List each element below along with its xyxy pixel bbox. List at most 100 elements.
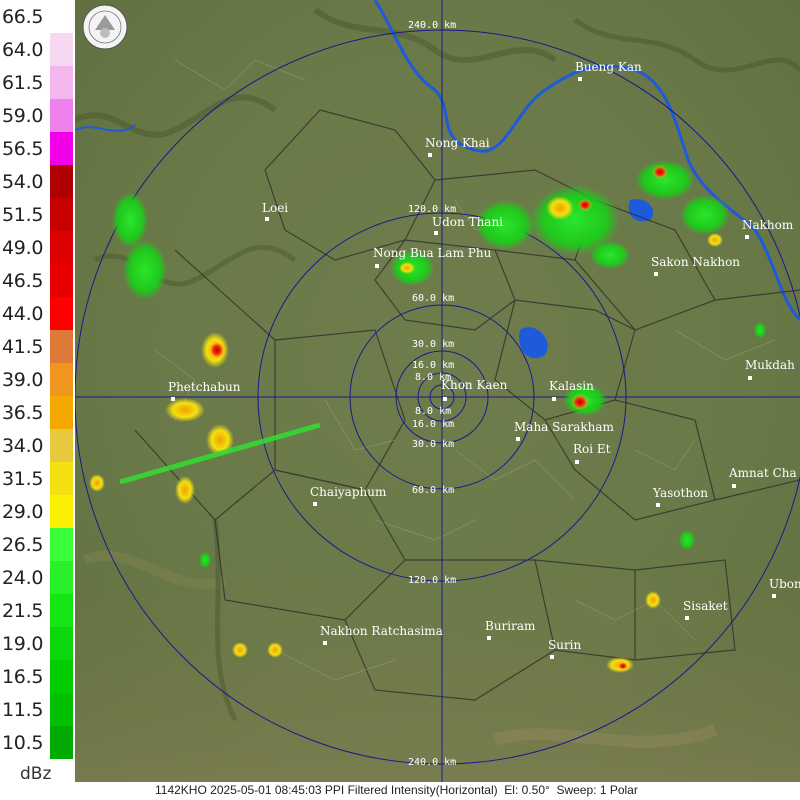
legend-swatch xyxy=(50,0,73,33)
legend-row: 51.5 xyxy=(0,198,75,231)
legend-row: 36.5 xyxy=(0,396,75,429)
legend-swatch xyxy=(50,561,73,594)
legend-label: 54.0 xyxy=(2,171,44,193)
legend-swatch xyxy=(50,231,73,264)
range-label-60-top: 60.0 km xyxy=(412,293,454,304)
legend-label: 10.5 xyxy=(2,732,44,754)
echo-cell xyxy=(399,262,415,274)
svg-text:Yasothon: Yasothon xyxy=(652,486,708,500)
legend-label: 21.5 xyxy=(2,600,44,622)
range-label-30-bottom: 30.0 km xyxy=(412,439,454,450)
svg-text:Maha Sarakham: Maha Sarakham xyxy=(514,420,615,434)
svg-text:Nakhon Ratchasima: Nakhon Ratchasima xyxy=(320,624,443,638)
range-label-60-bottom: 60.0 km xyxy=(412,485,454,496)
legend-row: 10.5 xyxy=(0,726,75,759)
legend-row: 49.0 xyxy=(0,231,75,264)
echo-cell xyxy=(652,165,668,179)
range-label-8-bottom: 8.0 km xyxy=(415,406,451,417)
echo-cell xyxy=(232,642,248,658)
echo-cell xyxy=(754,322,766,338)
legend-swatch xyxy=(50,297,73,330)
legend-row: 59.0 xyxy=(0,99,75,132)
legend-label: 61.5 xyxy=(2,72,44,94)
echo-cell xyxy=(165,398,205,422)
radar-map[interactable]: 240.0 km 120.0 km 60.0 km 30.0 km 16.0 k… xyxy=(75,0,800,782)
legend-row: 61.5 xyxy=(0,66,75,99)
svg-text:Ubon: Ubon xyxy=(769,577,800,591)
legend-label: 16.5 xyxy=(2,666,44,688)
legend-row: 39.0 xyxy=(0,363,75,396)
legend-label: 64.0 xyxy=(2,39,44,61)
svg-text:Nakhom: Nakhom xyxy=(742,218,794,232)
echo-cell xyxy=(546,196,574,220)
legend-row: 46.5 xyxy=(0,264,75,297)
range-label-240-bottom: 240.0 km xyxy=(408,757,456,768)
legend-label: 24.0 xyxy=(2,567,44,589)
legend-unit: dBz xyxy=(20,764,52,784)
echo-cell xyxy=(645,591,661,609)
scan-info-text: 1142KHO 2025-05-01 08:45:03 PPI Filtered… xyxy=(155,783,638,797)
legend-swatch xyxy=(50,66,73,99)
svg-text:Sisaket: Sisaket xyxy=(683,599,728,613)
svg-text:Udon Thani: Udon Thani xyxy=(432,215,503,229)
svg-text:Chaiyaphum: Chaiyaphum xyxy=(310,485,387,499)
svg-text:Loei: Loei xyxy=(262,201,288,215)
svg-text:Kalasin: Kalasin xyxy=(549,379,594,393)
range-label-120-bottom: 120.0 km xyxy=(408,575,456,586)
echo-cell xyxy=(635,160,695,200)
echo-cell xyxy=(175,476,195,504)
legend-label: 44.0 xyxy=(2,303,44,325)
status-footer: 1142KHO 2025-05-01 08:45:03 PPI Filtered… xyxy=(75,782,800,800)
legend-swatch xyxy=(50,264,73,297)
legend-row: 34.0 xyxy=(0,429,75,462)
legend-row: 44.0 xyxy=(0,297,75,330)
legend-swatch xyxy=(50,330,73,363)
echo-cell xyxy=(199,552,211,568)
svg-text:Amnat Cha: Amnat Cha xyxy=(728,466,797,480)
svg-text:Roi Et: Roi Et xyxy=(573,442,611,456)
range-label-16-top: 16.0 km xyxy=(412,360,454,371)
range-label-16-bottom: 16.0 km xyxy=(412,419,454,430)
legend-row: 29.0 xyxy=(0,495,75,528)
legend-row: 26.5 xyxy=(0,528,75,561)
legend-swatch xyxy=(50,132,73,165)
svg-text:Buriram: Buriram xyxy=(485,619,536,633)
legend-row: 11.5 xyxy=(0,693,75,726)
department-seal-logo xyxy=(82,4,128,50)
legend-swatch xyxy=(50,660,73,693)
echo-cell xyxy=(590,241,630,269)
legend-swatch xyxy=(50,429,73,462)
legend-label: 26.5 xyxy=(2,534,44,556)
echo-cell xyxy=(680,195,730,235)
svg-text:Phetchabun: Phetchabun xyxy=(168,380,241,394)
legend-swatch xyxy=(50,495,73,528)
radar-map-svg: 240.0 km 120.0 km 60.0 km 30.0 km 16.0 k… xyxy=(75,0,800,782)
legend-row: 66.5 xyxy=(0,0,75,33)
legend-label: 39.0 xyxy=(2,369,44,391)
legend-label: 46.5 xyxy=(2,270,44,292)
echo-cell xyxy=(571,394,589,410)
legend-row: 21.5 xyxy=(0,594,75,627)
legend-label: 34.0 xyxy=(2,435,44,457)
echo-cell xyxy=(618,662,628,670)
legend-swatch xyxy=(50,594,73,627)
legend-row: 64.0 xyxy=(0,33,75,66)
legend-swatch xyxy=(50,33,73,66)
legend-row: 16.5 xyxy=(0,660,75,693)
legend-label: 31.5 xyxy=(2,468,44,490)
svg-text:Nong Bua Lam Phu: Nong Bua Lam Phu xyxy=(373,246,492,260)
legend-swatch xyxy=(50,165,73,198)
svg-text:Khon Kaen: Khon Kaen xyxy=(441,378,508,392)
legend-label: 56.5 xyxy=(2,138,44,160)
echo-cell xyxy=(89,474,105,492)
legend-swatch xyxy=(50,462,73,495)
echo-cell xyxy=(123,240,167,300)
legend-row: 54.0 xyxy=(0,165,75,198)
legend-swatch xyxy=(50,693,73,726)
svg-text:Mukdah: Mukdah xyxy=(745,358,795,372)
svg-text:Surin: Surin xyxy=(548,638,582,652)
legend-swatch xyxy=(50,726,73,759)
range-label-120-top: 120.0 km xyxy=(408,204,456,215)
legend-swatch xyxy=(50,198,73,231)
legend-label: 11.5 xyxy=(2,699,44,721)
